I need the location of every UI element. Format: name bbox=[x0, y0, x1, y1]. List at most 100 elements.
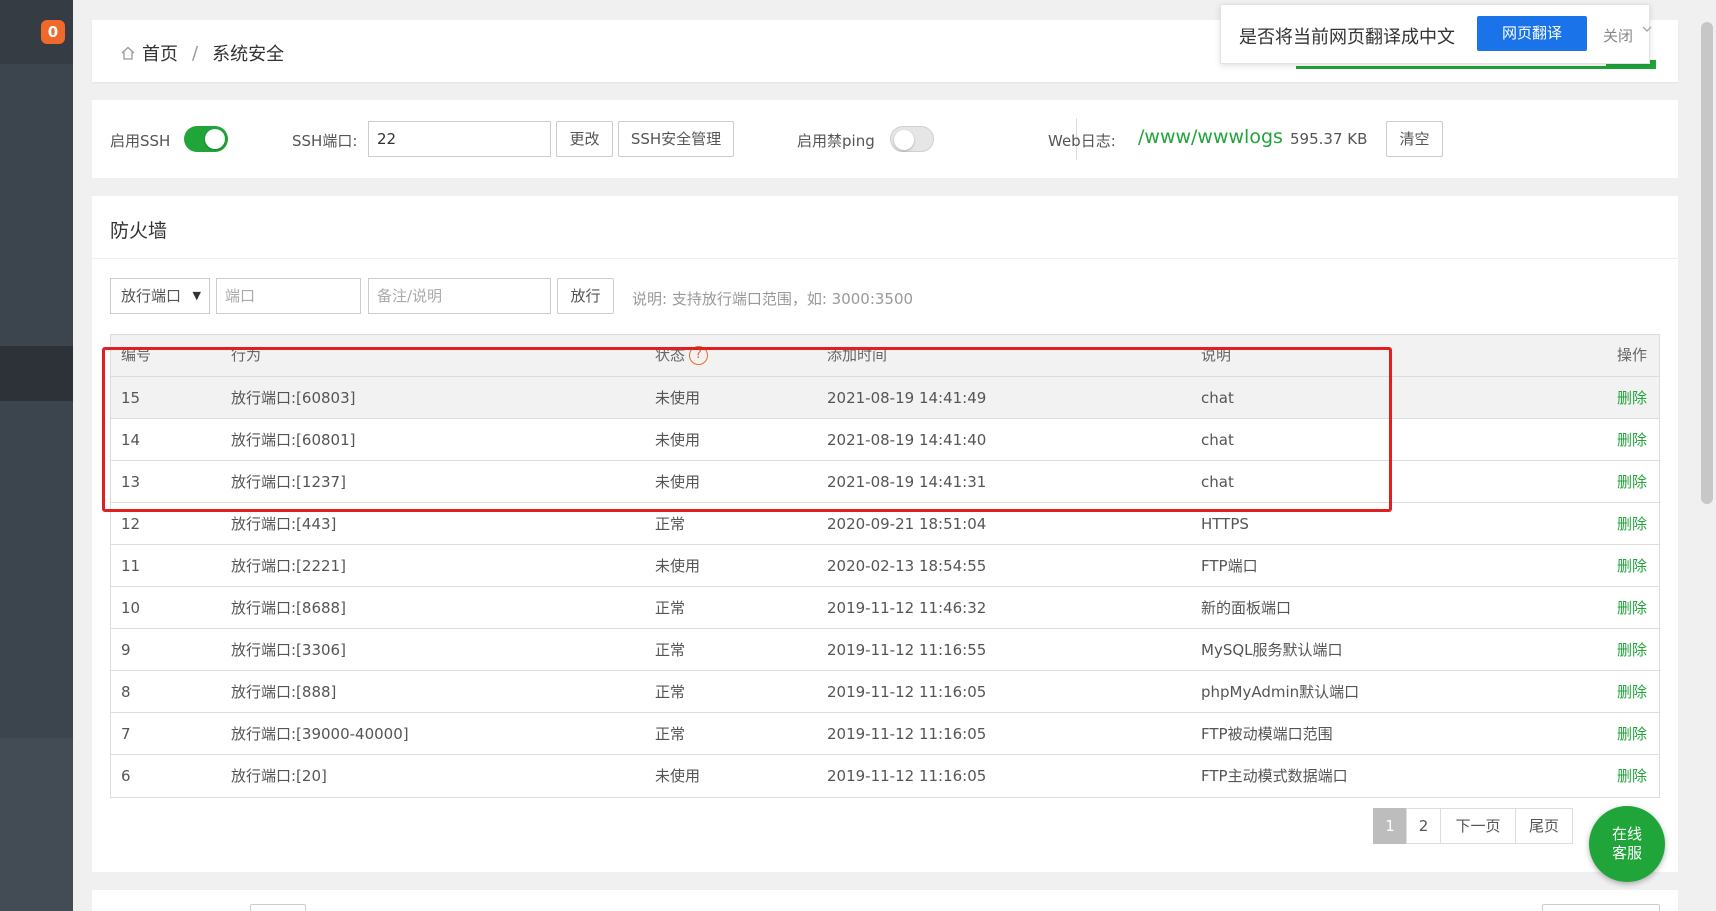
page-2-button[interactable]: 2 bbox=[1406, 808, 1441, 844]
delete-link[interactable]: 删除 bbox=[1617, 713, 1647, 755]
sidebar-footer bbox=[0, 738, 73, 911]
change-port-button[interactable]: 更改 bbox=[556, 121, 613, 157]
delete-link[interactable]: 删除 bbox=[1617, 587, 1647, 629]
ping-toggle[interactable] bbox=[890, 126, 934, 152]
cell-action: 放行端口:[888] bbox=[231, 683, 337, 701]
cell-desc: MySQL服务默认端口 bbox=[1201, 641, 1343, 659]
breadcrumb-separator: / bbox=[192, 42, 199, 64]
search-underline bbox=[1296, 66, 1606, 69]
cell-status: 正常 bbox=[655, 683, 686, 701]
weblog-size: 595.37 KB bbox=[1290, 130, 1368, 148]
column-header-op: 操作 bbox=[1616, 346, 1647, 364]
cell-action: 放行端口:[3306] bbox=[231, 641, 346, 659]
sidebar-item-security[interactable] bbox=[0, 346, 73, 401]
cell-status: 未使用 bbox=[655, 767, 701, 785]
next-section-control[interactable] bbox=[1542, 904, 1660, 911]
cell-time: 2019-11-12 11:16:05 bbox=[827, 683, 987, 701]
rule-type-value: 放行端口 bbox=[121, 287, 182, 305]
delete-link[interactable]: 删除 bbox=[1617, 629, 1647, 671]
notification-badge[interactable]: 0 bbox=[41, 20, 65, 44]
next-section-control[interactable] bbox=[250, 904, 306, 911]
cell-id: 10 bbox=[121, 599, 141, 617]
ssh-toggle[interactable] bbox=[184, 126, 228, 152]
allow-port-button[interactable]: 放行 bbox=[557, 278, 614, 314]
delete-link[interactable]: 删除 bbox=[1617, 545, 1647, 587]
weblog-path-link[interactable]: /www/wwwlogs bbox=[1138, 126, 1283, 148]
cell-status: 未使用 bbox=[655, 557, 701, 575]
table-row: 6 放行端口:[20] 未使用 2019-11-12 11:16:05 FTP主动模式数… bbox=[111, 755, 1659, 797]
delete-link[interactable]: 删除 bbox=[1617, 755, 1647, 797]
translate-popup: 是否将当前网页翻译成中文 网页翻译 关闭 bbox=[1220, 4, 1653, 64]
cell-action: 放行端口:[20] bbox=[231, 767, 327, 785]
firewall-title: 防火墙 bbox=[110, 220, 168, 242]
breadcrumb: 首页 / 系统安全 bbox=[120, 40, 284, 66]
cell-time: 2019-11-12 11:16:05 bbox=[827, 767, 987, 785]
cell-status: 正常 bbox=[655, 641, 686, 659]
cell-time: 2019-11-12 11:16:05 bbox=[827, 725, 987, 743]
cell-action: 放行端口:[2221] bbox=[231, 557, 346, 575]
table-row: 7 放行端口:[39000-40000] 正常 2019-11-12 11:16:05… bbox=[111, 713, 1659, 755]
table-row: 9 放行端口:[3306] 正常 2019-11-12 11:16:55 MySQL服务… bbox=[111, 629, 1659, 671]
note-input[interactable]: 备注/说明 bbox=[368, 278, 551, 314]
scrollbar-thumb[interactable] bbox=[1701, 22, 1713, 504]
cell-status: 正常 bbox=[655, 599, 686, 617]
ssh-port-input[interactable]: 22 bbox=[368, 121, 551, 157]
support-line-2: 客服 bbox=[1611, 844, 1642, 862]
table-row: 11 放行端口:[2221] 未使用 2020-02-13 18:54:55 FTP端口… bbox=[111, 545, 1659, 587]
port-input[interactable]: 端口 bbox=[216, 278, 361, 314]
translate-close-button[interactable]: 关闭 bbox=[1603, 25, 1633, 46]
cell-desc: FTP被动模端口范围 bbox=[1201, 725, 1333, 743]
ssh-manage-button[interactable]: SSH安全管理 bbox=[618, 121, 734, 157]
delete-link[interactable]: 删除 bbox=[1617, 671, 1647, 713]
delete-link[interactable]: 删除 bbox=[1617, 377, 1647, 419]
cell-time: 2019-11-12 11:16:55 bbox=[827, 641, 987, 659]
cell-id: 11 bbox=[121, 557, 141, 575]
cell-desc: FTP主动模式数据端口 bbox=[1201, 767, 1348, 785]
translate-button[interactable]: 网页翻译 bbox=[1477, 16, 1587, 51]
cell-action: 放行端口:[8688] bbox=[231, 599, 346, 617]
breadcrumb-home[interactable]: 首页 bbox=[142, 40, 178, 66]
cell-desc: 新的面板端口 bbox=[1201, 599, 1292, 617]
breadcrumb-current: 系统安全 bbox=[212, 44, 285, 65]
support-line-1: 在线 bbox=[1611, 825, 1642, 843]
table-row: 8 放行端口:[888] 正常 2019-11-12 11:16:05 phpMyAdm… bbox=[111, 671, 1659, 713]
table-row: 10 放行端口:[8688] 正常 2019-11-12 11:46:32 新的面板端口… bbox=[111, 587, 1659, 629]
translate-question: 是否将当前网页翻译成中文 bbox=[1239, 27, 1455, 48]
cell-time: 2020-02-13 18:54:55 bbox=[827, 557, 987, 575]
chevron-down-icon[interactable] bbox=[1641, 21, 1653, 39]
ssh-port-label: SSH端口: bbox=[292, 132, 358, 150]
cell-id: 6 bbox=[121, 767, 131, 785]
toggle-knob bbox=[205, 129, 225, 149]
cell-id: 7 bbox=[121, 725, 131, 743]
clear-log-button[interactable]: 清空 bbox=[1386, 121, 1443, 157]
cell-id: 8 bbox=[121, 683, 131, 701]
divider bbox=[92, 258, 1678, 259]
cell-desc: phpMyAdmin默认端口 bbox=[1201, 683, 1360, 701]
delete-link[interactable]: 删除 bbox=[1617, 461, 1647, 503]
next-page-button[interactable]: 下一页 bbox=[1440, 808, 1516, 844]
highlight-annotation bbox=[102, 347, 1392, 512]
ssh-enable-label: 启用SSH bbox=[110, 132, 171, 150]
delete-link[interactable]: 删除 bbox=[1617, 503, 1647, 545]
last-page-button[interactable]: 尾页 bbox=[1515, 808, 1573, 844]
page-1-button[interactable]: 1 bbox=[1373, 808, 1407, 844]
cell-status: 正常 bbox=[655, 725, 686, 743]
online-support-button[interactable]: 在线 客服 bbox=[1589, 806, 1665, 882]
cell-desc: FTP端口 bbox=[1201, 557, 1258, 575]
cell-time: 2019-11-12 11:46:32 bbox=[827, 599, 987, 617]
ping-label: 启用禁ping bbox=[797, 132, 875, 150]
caret-down-icon: ▼ bbox=[192, 289, 201, 302]
sidebar: 0 bbox=[0, 0, 73, 911]
firewall-card: 防火墙 放行端口 ▼ 端口 备注/说明 放行 说明: 支持放行端口范围，如: 3… bbox=[92, 196, 1678, 872]
toggle-knob bbox=[894, 130, 914, 150]
rule-type-select[interactable]: 放行端口 ▼ bbox=[110, 278, 210, 314]
home-icon bbox=[121, 46, 135, 60]
delete-link[interactable]: 删除 bbox=[1617, 419, 1647, 461]
sidebar-header: 0 bbox=[0, 0, 73, 64]
next-section-card bbox=[92, 890, 1678, 911]
cell-action: 放行端口:[39000-40000] bbox=[231, 725, 409, 743]
cell-id: 9 bbox=[121, 641, 131, 659]
firewall-hint: 说明: 支持放行端口范围，如: 3000:3500 bbox=[632, 290, 914, 308]
ssh-settings-card: 启用SSH SSH端口: 22 更改 SSH安全管理 启用禁ping Web日志… bbox=[92, 100, 1678, 178]
weblog-label: Web日志: bbox=[1048, 132, 1116, 150]
